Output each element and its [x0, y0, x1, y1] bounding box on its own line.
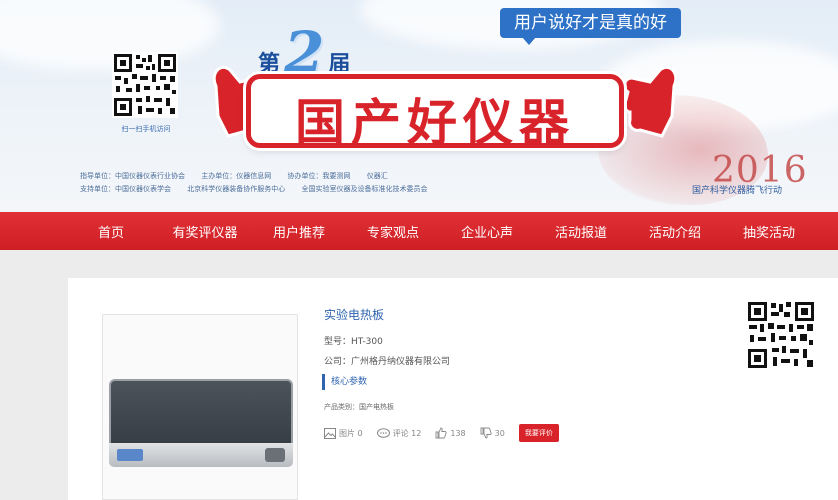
product-stats: 图片 0 评论 12 138 30 我要评价: [324, 424, 559, 442]
product-image[interactable]: [102, 314, 298, 500]
thumbs-down-icon: [480, 427, 492, 439]
nav-item-event-reports[interactable]: 活动报道: [534, 222, 628, 241]
image-icon: [324, 427, 336, 439]
nav-item-event-intro[interactable]: 活动介绍: [628, 222, 722, 241]
header-banner: 扫一扫手机访问 第 2 届 用户说好才是真的好 国产好仪器 2016 国产科学仪…: [0, 0, 838, 212]
core-params-heading: 核心参数: [322, 374, 367, 390]
product-company: 公司：广州格丹纳仪器有限公司: [324, 357, 451, 367]
write-review-button[interactable]: 我要评价: [518, 424, 559, 442]
images-count: 图片 0: [339, 428, 363, 438]
product-title[interactable]: 实验电热板: [324, 306, 384, 323]
comment-icon: [376, 427, 390, 438]
dislikes-count: 30: [494, 428, 505, 438]
nav-item-expert-views[interactable]: 专家观点: [346, 222, 440, 241]
main-title: 国产好仪器: [295, 94, 575, 152]
product-model: 型号：HT-300: [324, 337, 383, 347]
qr-code-icon: [746, 300, 816, 370]
cloud-decoration: [0, 0, 220, 70]
year-caption: 国产科学仪器腾飞行动: [692, 186, 783, 196]
nav-item-company-voice[interactable]: 企业心声: [440, 222, 534, 241]
supporter-line: 支持单位：中国仪器仪表学会 北京科学仪器装备协作服务中心 全国实验室仪器及设备标…: [80, 183, 441, 196]
qr-caption: 扫一扫手机访问: [121, 125, 171, 133]
edition-number: 2: [284, 19, 325, 87]
hotplate-surface: [109, 379, 293, 445]
main-nav: 首页 有奖评仪器 用户推荐 专家观点 企业心声 活动报道 活动介绍 抽奖活动: [0, 212, 838, 250]
thumbs-up-icon: [435, 427, 447, 439]
comments-count: 评论 12: [392, 428, 422, 438]
images-stat[interactable]: 图片 0: [324, 427, 363, 439]
thumbs-up-icon: [622, 65, 678, 138]
edition-label: 第 2 届: [258, 19, 350, 87]
nav-item-user-recommend[interactable]: 用户推荐: [252, 222, 346, 241]
likes-stat[interactable]: 138: [435, 427, 466, 439]
product-card: 实验电热板 型号：HT-300 公司：广州格丹纳仪器有限公司 核心参数 产品类别…: [68, 278, 838, 500]
product-category: 产品类别：国产电热板: [324, 403, 394, 411]
supporter-text: 北京科学仪器装备协作服务中心: [187, 185, 286, 193]
comments-stat[interactable]: 评论 12: [376, 427, 422, 439]
organizer-info: 指导单位：中国仪器仪表行业协会 主办单位：仪器信息网 协办单位：我要测网 仪器汇…: [80, 170, 441, 196]
dislikes-stat[interactable]: 30: [480, 427, 505, 439]
likes-count: 138: [450, 428, 466, 438]
organizer-text: 主办单位：仪器信息网: [201, 172, 272, 180]
qr-code-icon: [112, 52, 178, 118]
hotplate-knob: [265, 448, 285, 462]
supporter-text: 全国实验室仪器及设备标准化技术委员会: [301, 185, 428, 193]
nav-item-review-instruments[interactable]: 有奖评仪器: [158, 222, 252, 241]
nav-item-home[interactable]: 首页: [64, 222, 158, 241]
main-title-box: 国产好仪器: [246, 74, 624, 152]
organizer-line: 指导单位：中国仪器仪表行业协会 主办单位：仪器信息网 协办单位：我要测网 仪器汇: [80, 170, 441, 183]
organizer-text: 协办单位：我要测网: [287, 172, 351, 180]
organizer-text: 指导单位：中国仪器仪表行业协会: [80, 172, 185, 180]
nav-item-lottery[interactable]: 抽奖活动: [722, 222, 816, 241]
hotplate-display: [117, 449, 143, 461]
slogan-bubble: 用户说好才是真的好: [500, 8, 681, 45]
organizer-text: 仪器汇: [366, 172, 388, 180]
supporter-text: 支持单位：中国仪器仪表学会: [80, 185, 171, 193]
